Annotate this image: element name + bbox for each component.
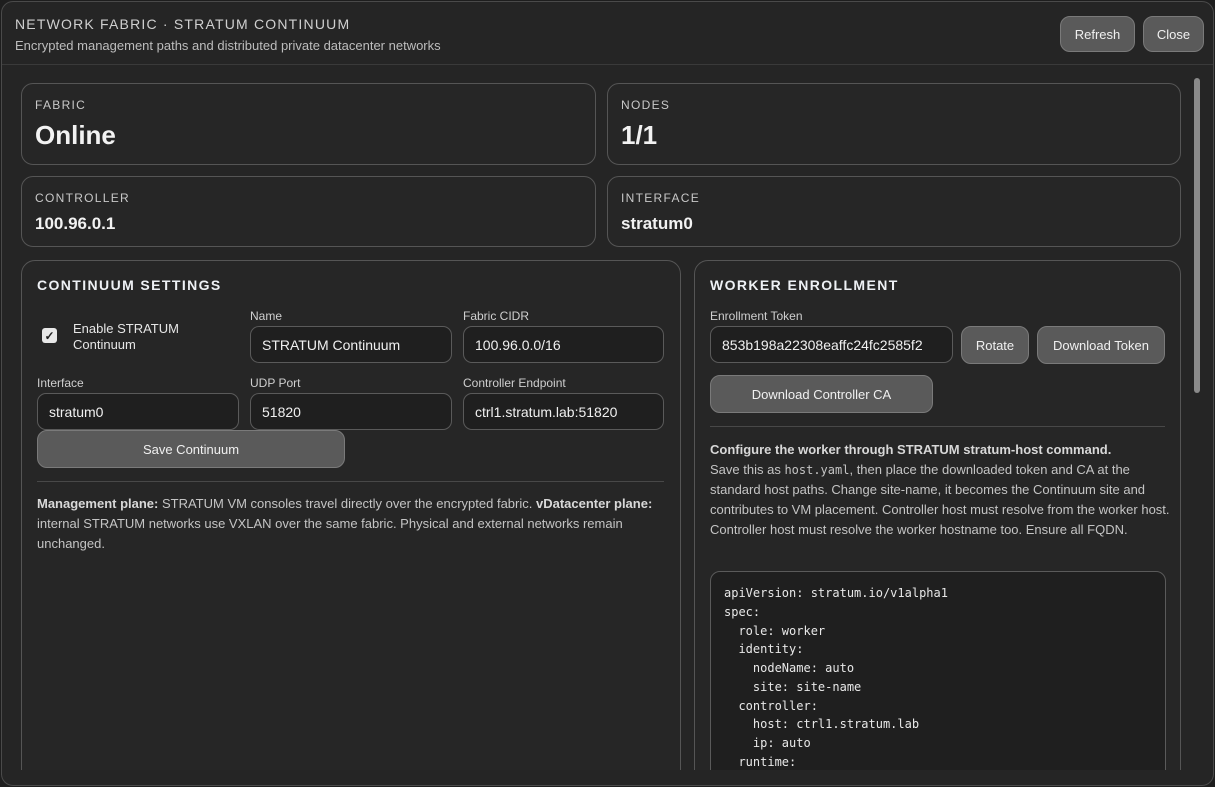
enable-continuum-label-line1: Enable STRATUM <box>73 321 179 336</box>
dialog-title: NETWORK FABRIC · STRATUM CONTINUUM <box>15 16 351 32</box>
yaml-line: identity: <box>724 642 804 656</box>
enrollment-instructions: Configure the worker through STRATUM str… <box>710 440 1170 540</box>
yaml-line: ip: auto <box>724 736 811 750</box>
yaml-line: role: worker <box>724 624 826 638</box>
enrollment-token-label: Enrollment Token <box>710 309 803 323</box>
instructions-filename: host.yaml <box>784 463 850 477</box>
yaml-line: controller: <box>724 699 818 713</box>
nodes-stat-card: NODES 1/1 <box>607 83 1181 165</box>
name-input[interactable]: STRATUM Continuum <box>250 326 452 363</box>
close-button[interactable]: Close <box>1143 16 1204 52</box>
yaml-line: nodeName: auto <box>724 661 855 675</box>
yaml-line: host: ctrl1.stratum.lab <box>724 717 920 731</box>
rotate-token-button[interactable]: Rotate <box>961 326 1029 364</box>
vdatacenter-plane-text: internal STRATUM networks use VXLAN over… <box>37 516 623 551</box>
yaml-line: apiVersion: stratum.io/v1alpha1 <box>724 586 948 600</box>
interface-field-label: Interface <box>37 376 84 390</box>
continuum-settings-panel: CONTINUUM SETTINGS ✓ Enable STRATUM Cont… <box>21 260 681 787</box>
udp-port-label: UDP Port <box>250 376 301 390</box>
content-scrollbar-thumb[interactable] <box>1194 78 1200 393</box>
yaml-line: runtime: <box>724 755 797 769</box>
name-field-label: Name <box>250 309 283 323</box>
controller-endpoint-input[interactable]: ctrl1.stratum.lab:51820 <box>463 393 664 430</box>
controller-stat-label: CONTROLLER <box>35 191 131 205</box>
download-controller-ca-button[interactable]: Download Controller CA <box>710 375 933 413</box>
instructions-heading: Configure the worker through STRATUM str… <box>710 442 1112 457</box>
fabric-cidr-label: Fabric CIDR <box>463 309 530 323</box>
fabric-stat-card: FABRIC Online <box>21 83 596 165</box>
enrollment-token-input[interactable]: 853b198a22308eaffc24fc2585f2 <box>710 326 953 363</box>
worker-enrollment-title: WORKER ENROLLMENT <box>710 277 899 293</box>
worker-enrollment-panel: WORKER ENROLLMENT Enrollment Token 853b1… <box>694 260 1181 787</box>
interface-input[interactable]: stratum0 <box>37 393 239 430</box>
dialog-subtitle: Encrypted management paths and distribut… <box>15 38 441 53</box>
enrollment-divider <box>710 426 1165 427</box>
fabric-stat-value: Online <box>35 120 116 150</box>
yaml-line: spec: <box>724 605 761 619</box>
yaml-line: site: site-name <box>724 680 862 694</box>
instructions-pre: Save this as <box>710 462 785 477</box>
fabric-cidr-input[interactable]: 100.96.0.0/16 <box>463 326 664 363</box>
continuum-settings-title: CONTINUUM SETTINGS <box>37 277 222 293</box>
enable-continuum-checkbox[interactable]: ✓ <box>42 328 57 343</box>
host-yaml-code-block: apiVersion: stratum.io/v1alpha1 spec: ro… <box>710 571 1166 787</box>
controller-stat-value: 100.96.0.1 <box>35 214 116 233</box>
interface-stat-label: INTERFACE <box>621 191 701 205</box>
enable-continuum-label-line2: Continuum <box>73 337 136 352</box>
controller-endpoint-label: Controller Endpoint <box>463 376 566 390</box>
management-plane-text: STRATUM VM consoles travel directly over… <box>158 496 536 511</box>
dialog-header: NETWORK FABRIC · STRATUM CONTINUUM Encry… <box>2 2 1213 65</box>
refresh-button[interactable]: Refresh <box>1060 16 1135 52</box>
fabric-stat-label: FABRIC <box>35 98 87 112</box>
management-plane-label: Management plane: <box>37 496 159 511</box>
settings-description: Management plane: STRATUM VM consoles tr… <box>37 494 667 554</box>
nodes-stat-value: 1/1 <box>621 120 658 150</box>
vdatacenter-plane-label: vDatacenter plane: <box>535 496 653 511</box>
interface-stat-value: stratum0 <box>621 214 693 233</box>
settings-divider <box>37 481 664 482</box>
save-continuum-button[interactable]: Save Continuum <box>37 430 345 468</box>
udp-port-input[interactable]: 51820 <box>250 393 452 430</box>
download-token-button[interactable]: Download Token <box>1037 326 1165 364</box>
dialog-bottom-border <box>1 770 1214 786</box>
interface-stat-card: INTERFACE stratum0 <box>607 176 1181 247</box>
controller-stat-card: CONTROLLER 100.96.0.1 <box>21 176 596 247</box>
nodes-stat-label: NODES <box>621 98 671 112</box>
